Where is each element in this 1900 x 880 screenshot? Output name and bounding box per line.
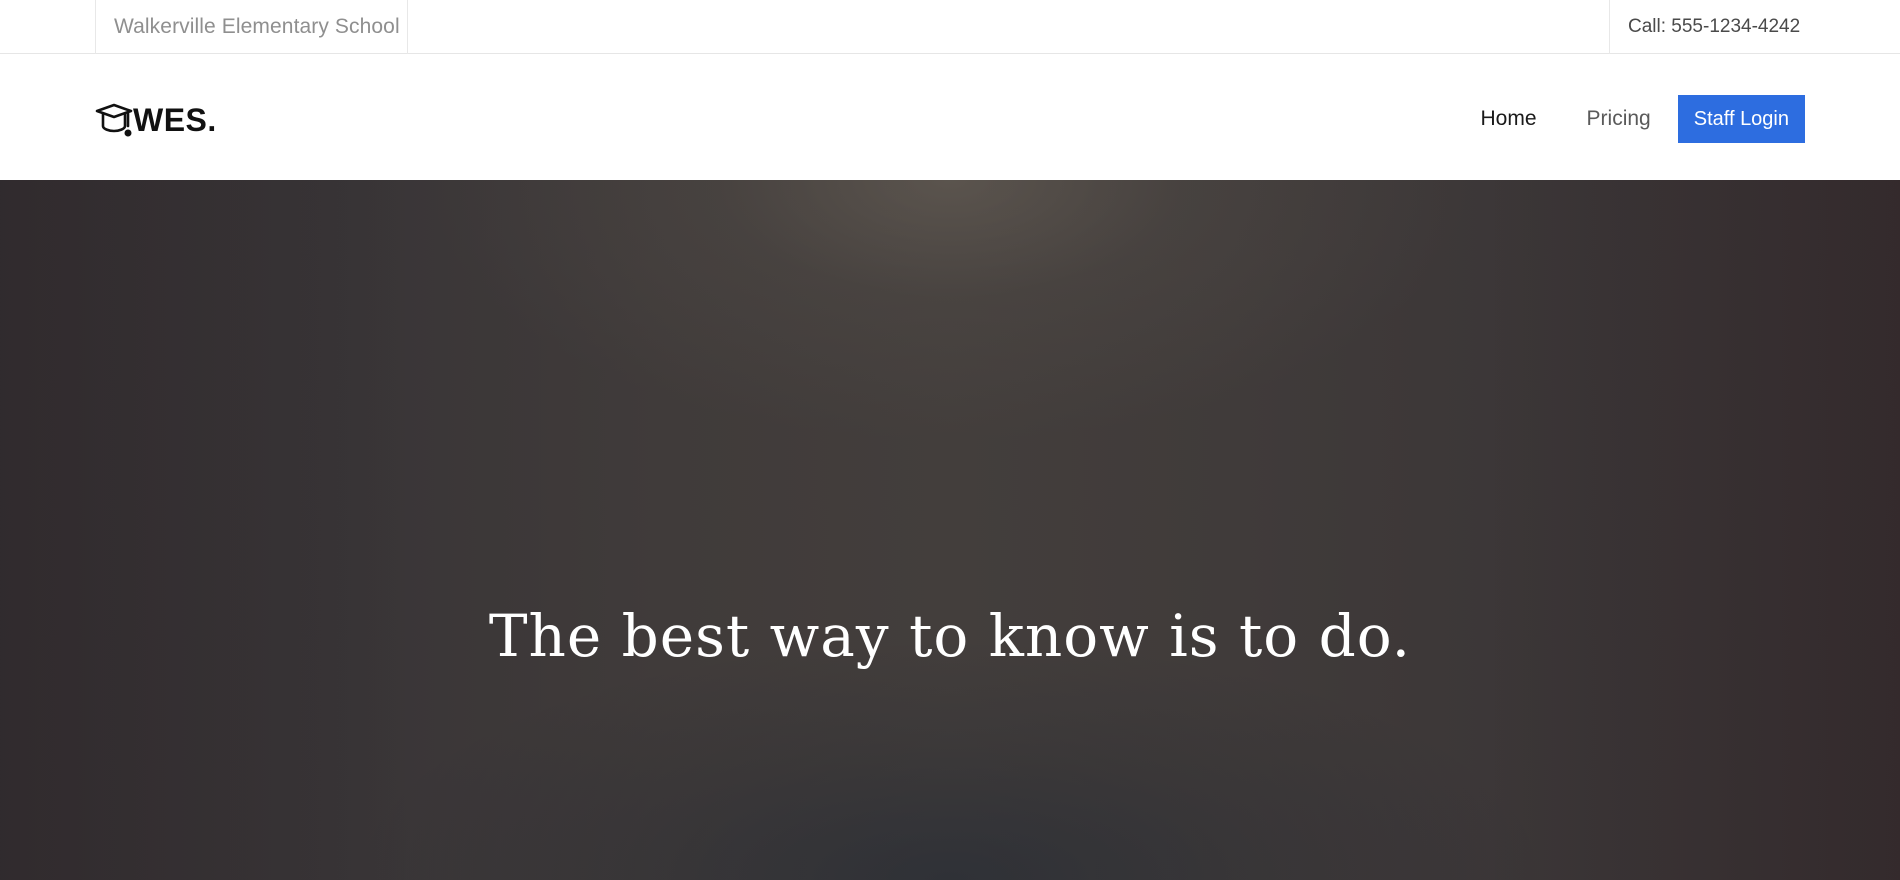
- hero-shade-right: [1480, 180, 1900, 880]
- top-info-bar: Walkerville Elementary School Call: 555-…: [0, 0, 1900, 54]
- school-name: Walkerville Elementary School: [114, 15, 400, 38]
- brand-logo-link[interactable]: WES.: [95, 100, 217, 140]
- phone-cell: Call: 555-1234-4242: [1609, 0, 1804, 54]
- nav-link-pricing[interactable]: Pricing: [1587, 107, 1651, 131]
- hero-shade-left: [0, 180, 420, 880]
- staff-login-button[interactable]: Staff Login: [1677, 95, 1805, 143]
- phone-number: Call: 555-1234-4242: [1628, 16, 1801, 37]
- nav-link-home[interactable]: Home: [1481, 107, 1537, 131]
- school-name-cell: Walkerville Elementary School: [95, 0, 408, 54]
- main-navbar: WES. Home Pricing Staff Login: [0, 54, 1900, 180]
- hero-headline: The best way to know is to do.: [488, 602, 1412, 670]
- primary-nav: Home Pricing Staff Login: [1481, 95, 1805, 143]
- graduation-cap-icon: [95, 103, 133, 137]
- brand-name: WES.: [133, 101, 217, 138]
- hero-banner: The best way to know is to do.: [0, 180, 1900, 880]
